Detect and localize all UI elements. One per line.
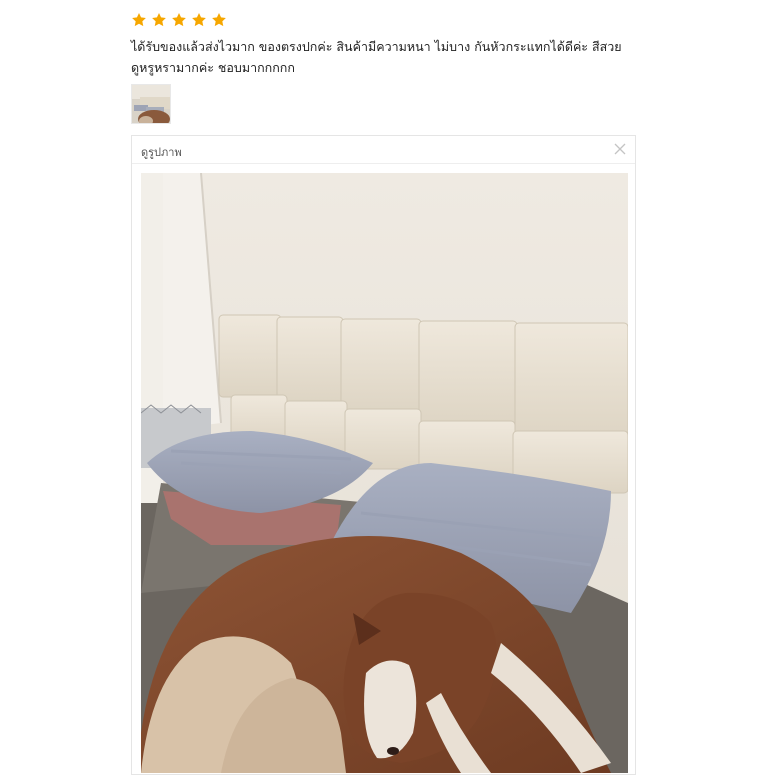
- review-photo: [141, 173, 628, 773]
- review-text: ได้รับของแล้วส่งไวมาก ของตรงปกค่ะ สินค้า…: [131, 39, 622, 75]
- review-photo-thumbnail[interactable]: [131, 84, 171, 124]
- photo-viewer-title: ดูรูปภาพ: [141, 146, 182, 159]
- star-icon: [152, 13, 166, 27]
- bed-photo: [141, 173, 628, 773]
- close-icon[interactable]: [613, 142, 627, 156]
- star-icon: [132, 13, 146, 27]
- photo-viewer: ดูรูปภาพ: [131, 135, 636, 775]
- photo-viewer-header: ดูรูปภาพ: [132, 136, 635, 164]
- star-icon: [192, 13, 206, 27]
- star-icon: [172, 13, 186, 27]
- product-review: ได้รับของแล้วส่งไวมาก ของตรงปกค่ะ สินค้า…: [0, 0, 767, 775]
- star-icon: [212, 13, 226, 27]
- rating-stars: [131, 12, 227, 28]
- bed-photo-thumbnail-icon: [132, 85, 170, 123]
